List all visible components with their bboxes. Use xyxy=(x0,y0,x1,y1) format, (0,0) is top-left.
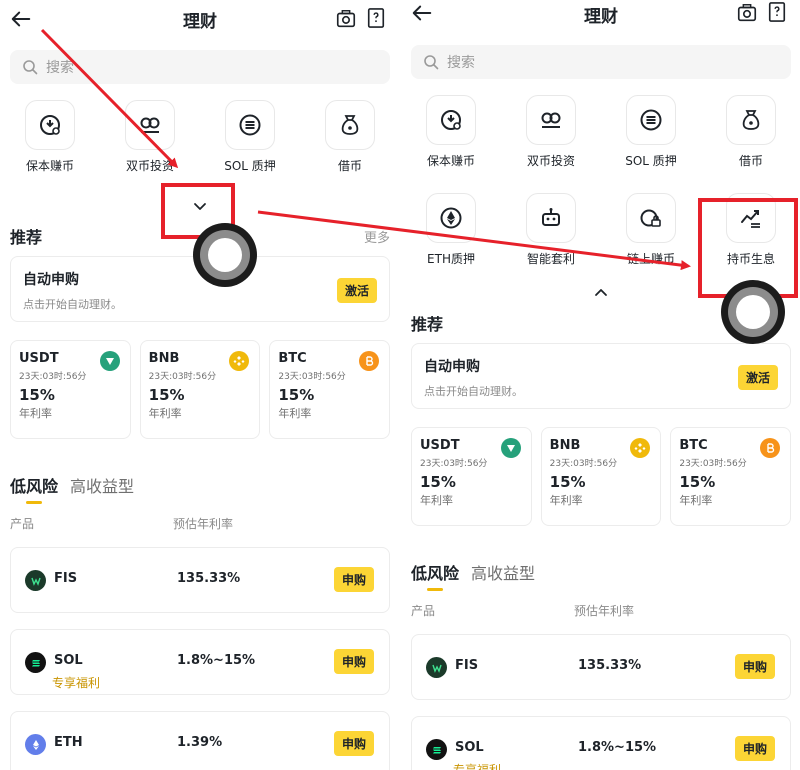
header: 理财 xyxy=(0,0,400,40)
column-apr: 预估年利率 xyxy=(173,517,234,531)
onchain-lock-icon xyxy=(640,209,661,227)
auto-subscribe-title: 自动申购 xyxy=(424,359,480,375)
stack-coin-icon xyxy=(640,109,662,131)
btc-icon xyxy=(359,351,380,371)
subscribe-button[interactable]: 申购 xyxy=(734,654,775,679)
sol-icon xyxy=(25,652,46,673)
exclusive-tag: 专享福利 xyxy=(52,676,101,690)
coin-card-btc[interactable]: BTC 23天:03时:56分 15% 年利率 xyxy=(269,340,391,439)
usdt-icon xyxy=(500,438,521,458)
bnb-icon xyxy=(630,438,651,458)
money-bag-icon xyxy=(742,110,760,130)
coin-card-bnb[interactable]: BNB 23天:03时:56分 15% 年利率 xyxy=(540,427,662,526)
search-placeholder: 搜索 xyxy=(447,55,475,71)
header: 理财 xyxy=(401,0,800,30)
search-icon xyxy=(424,55,439,70)
stack-coin-icon xyxy=(239,114,261,136)
section-title: 推荐 xyxy=(10,228,43,247)
camera-icon[interactable] xyxy=(335,8,357,30)
product-row-sol[interactable]: SOL 1.8%~15% 专享福利 申购 xyxy=(10,629,390,695)
camera-icon[interactable] xyxy=(736,2,758,24)
subscribe-button[interactable]: 申购 xyxy=(734,736,775,761)
money-bag-icon xyxy=(341,115,359,135)
search-input[interactable]: 搜索 xyxy=(10,50,390,84)
robot-icon xyxy=(542,208,560,226)
risk-tabs: 低风险 高收益型 xyxy=(401,560,800,592)
auto-subscribe-card[interactable]: 自动申购 点击开始自动理财。 激活 xyxy=(411,343,791,409)
btc-icon xyxy=(760,438,781,458)
fis-icon xyxy=(426,657,447,678)
eth-stake-icon xyxy=(440,207,462,229)
grid-item-sol-staking[interactable]: SOL 质押 xyxy=(601,95,701,193)
column-product: 产品 xyxy=(411,604,436,618)
tab-high-yield[interactable]: 高收益型 xyxy=(70,473,134,497)
touch-indicator xyxy=(193,223,257,287)
product-row-sol[interactable]: SOL 1.8%~15% 专享福利 申购 xyxy=(411,716,791,770)
grid-item-dual-investment[interactable]: 双币投资 xyxy=(501,95,601,193)
tab-low-risk[interactable]: 低风险 xyxy=(10,473,58,504)
grid-item-principal-protected[interactable]: 保本赚币 xyxy=(0,100,100,198)
grid-item-onchain-earn[interactable]: 链上赚币 xyxy=(601,193,701,291)
product-list: FIS 135.33% 申购 SOL 1.8%~15% 专享福利 申购 ETH … xyxy=(0,547,400,770)
coin-shield-icon xyxy=(441,110,461,130)
auto-subscribe-subtitle: 点击开始自动理财。 xyxy=(424,385,523,398)
touch-indicator xyxy=(721,280,785,344)
coin-card-usdt[interactable]: USDT 23天:03时:56分 15% 年利率 xyxy=(10,340,131,439)
subscribe-button[interactable]: 申购 xyxy=(333,567,374,592)
exclusive-tag: 专享福利 xyxy=(453,763,502,770)
tab-low-risk[interactable]: 低风险 xyxy=(411,560,459,591)
dual-coin-icon xyxy=(541,112,561,128)
search-placeholder: 搜索 xyxy=(46,60,74,76)
eth-icon xyxy=(25,734,46,755)
risk-tabs: 低风险 高收益型 xyxy=(0,473,400,505)
usdt-icon xyxy=(99,351,120,371)
column-product: 产品 xyxy=(10,517,35,531)
grid-item-smart-arbitrage[interactable]: 智能套利 xyxy=(501,193,601,291)
column-headers: 产品 预估年利率 xyxy=(401,602,800,618)
guide-book-icon[interactable] xyxy=(767,1,787,23)
activate-button[interactable]: 激活 xyxy=(336,278,377,303)
auto-subscribe-subtitle: 点击开始自动理财。 xyxy=(23,298,122,311)
fis-icon xyxy=(25,570,46,591)
tab-high-yield[interactable]: 高收益型 xyxy=(471,560,535,584)
subscribe-button[interactable]: 申购 xyxy=(333,649,374,674)
grid-item-eth-staking[interactable]: ETH质押 xyxy=(401,193,501,291)
coin-shield-icon xyxy=(40,115,60,135)
product-list: FIS 135.33% 申购 SOL 1.8%~15% 专享福利 申购 xyxy=(401,634,800,770)
subscribe-button[interactable]: 申购 xyxy=(333,731,374,756)
grid-item-loans[interactable]: 借币 xyxy=(701,95,800,193)
product-row-eth[interactable]: ETH 1.39% 申购 xyxy=(10,711,390,770)
coin-cards: USDT 23天:03时:56分 15% 年利率 BNB 23天:03时:56分… xyxy=(10,340,391,439)
activate-button[interactable]: 激活 xyxy=(737,365,778,390)
guide-book-icon[interactable] xyxy=(366,7,386,29)
grid-item-principal-protected[interactable]: 保本赚币 xyxy=(401,95,501,193)
more-link[interactable]: 更多 xyxy=(364,227,390,246)
sol-icon xyxy=(426,739,447,760)
coin-card-usdt[interactable]: USDT 23天:03时:56分 15% 年利率 xyxy=(411,427,532,526)
screen-right: 理财 搜索 保本赚币 双币投资 SOL 质押 借币 ETH质押 智能套利 链上赚… xyxy=(401,0,800,770)
bnb-icon xyxy=(229,351,250,371)
search-icon xyxy=(23,60,38,75)
screen-left: 理财 搜索 保本赚币 双币投资 SOL 质押 借币 推荐 更多 自动申购 点击开… xyxy=(0,0,400,770)
coin-card-bnb[interactable]: BNB 23天:03时:56分 15% 年利率 xyxy=(139,340,261,439)
coin-card-btc[interactable]: BTC 23天:03时:56分 15% 年利率 xyxy=(670,427,792,526)
dual-coin-icon xyxy=(140,117,160,133)
product-row-fis[interactable]: FIS 135.33% 申购 xyxy=(10,547,390,613)
search-input[interactable]: 搜索 xyxy=(411,45,791,79)
coin-cards: USDT 23天:03时:56分 15% 年利率 BNB 23天:03时:56分… xyxy=(411,427,792,526)
product-row-fis[interactable]: FIS 135.33% 申购 xyxy=(411,634,791,700)
section-title: 推荐 xyxy=(411,315,444,334)
column-headers: 产品 预估年利率 xyxy=(0,515,400,531)
column-apr: 预估年利率 xyxy=(574,604,635,618)
chevron-up-icon xyxy=(595,289,607,296)
grid-item-loans[interactable]: 借币 xyxy=(300,100,400,198)
